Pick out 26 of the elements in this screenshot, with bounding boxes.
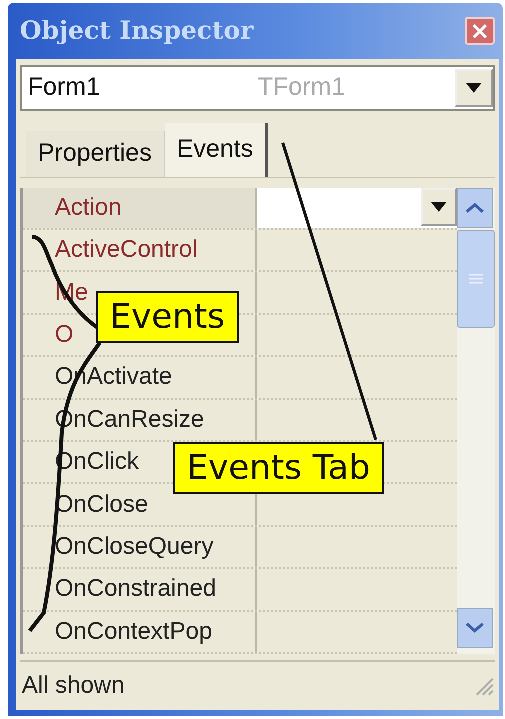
status-text: All shown: [21, 672, 125, 700]
component-selector[interactable]: Form1 TForm1: [20, 64, 495, 111]
property-name[interactable]: Action: [55, 194, 122, 222]
annotation-tooltip: Events Tab: [173, 442, 384, 494]
tab[interactable]: Properties: [26, 130, 165, 177]
scrollbar[interactable]: [457, 188, 495, 654]
caret-icon: [466, 82, 482, 93]
dropdown-button[interactable]: [455, 68, 493, 107]
value-dropdown-button[interactable]: [421, 188, 457, 226]
window-title: Object Inspector: [20, 16, 254, 46]
chevron-up-icon: [465, 202, 485, 214]
tab[interactable]: Events: [164, 122, 268, 177]
scroll-down-button[interactable]: [457, 608, 493, 648]
property-name[interactable]: OnContextPop: [55, 618, 212, 646]
property-name[interactable]: ActiveControl: [55, 236, 198, 264]
caret-icon: [431, 202, 447, 212]
property-name[interactable]: OnCloseQuery: [55, 533, 214, 562]
scroll-thumb[interactable]: [457, 230, 495, 328]
annotation-tooltip: Events: [96, 291, 240, 343]
component-type: TForm1: [258, 73, 346, 102]
property-name[interactable]: O: [55, 321, 74, 350]
component-name: Form1: [27, 73, 102, 102]
property-name[interactable]: OnConstrained: [55, 575, 216, 604]
chevron-down-icon: [465, 622, 485, 634]
value-field[interactable]: [257, 188, 457, 228]
scroll-up-button[interactable]: [457, 188, 493, 228]
